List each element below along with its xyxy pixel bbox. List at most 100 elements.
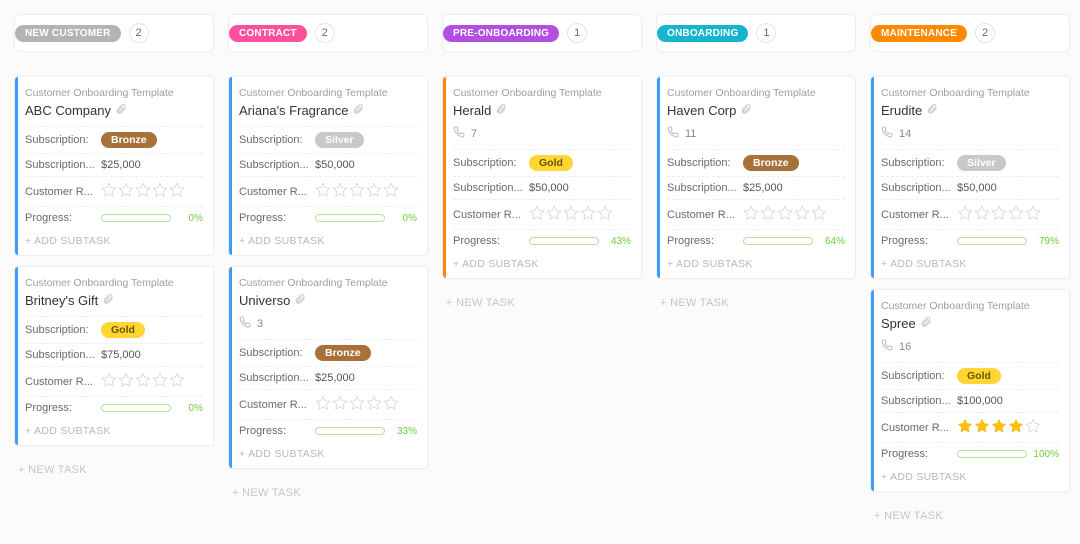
new-task-button[interactable]: + NEW TASK xyxy=(14,456,214,484)
card-title[interactable]: Universo xyxy=(239,293,417,308)
attachment-icon xyxy=(740,103,752,118)
card-title[interactable]: Erudite xyxy=(881,103,1059,118)
label-subscription: Subscription: xyxy=(25,134,95,146)
template-label: Customer Onboarding Template xyxy=(25,87,203,99)
column-new-customer: NEW CUSTOMER 2 Customer Onboarding Templ… xyxy=(14,14,214,530)
phone-icon xyxy=(667,126,679,141)
card-title[interactable]: Britney's Gift xyxy=(25,293,203,308)
progress-bar[interactable] xyxy=(529,237,599,245)
new-task-button[interactable]: + NEW TASK xyxy=(228,479,428,507)
rating-stars[interactable] xyxy=(957,205,1041,224)
column-label-pill[interactable]: PRE-ONBOARDING xyxy=(443,25,559,42)
rating-stars[interactable] xyxy=(315,395,399,414)
progress-bar[interactable] xyxy=(957,237,1027,245)
card-title[interactable]: ABC Company xyxy=(25,103,203,118)
card-title-text: Erudite xyxy=(881,103,922,118)
progress-bar[interactable] xyxy=(743,237,813,245)
row-rating: Customer R... xyxy=(25,366,203,396)
row-rating: Customer R... xyxy=(453,199,631,229)
rating-stars[interactable] xyxy=(743,205,827,224)
column-label-pill[interactable]: NEW CUSTOMER xyxy=(15,25,121,42)
task-card[interactable]: Customer Onboarding Template Haven Corp … xyxy=(656,76,856,279)
star-icon xyxy=(315,182,331,201)
phone-count: 7 xyxy=(471,128,477,140)
add-subtask-button[interactable]: + ADD SUBTASK xyxy=(239,442,417,462)
progress-bar[interactable] xyxy=(101,214,171,222)
task-card[interactable]: Customer Onboarding Template Britney's G… xyxy=(14,266,214,446)
subscription-amount: $100,000 xyxy=(957,395,1003,407)
star-icon xyxy=(991,418,1007,437)
new-task-button[interactable]: + NEW TASK xyxy=(442,289,642,317)
star-icon xyxy=(135,372,151,391)
add-subtask-button[interactable]: + ADD SUBTASK xyxy=(453,252,631,272)
template-label: Customer Onboarding Template xyxy=(667,87,845,99)
column-label-pill[interactable]: ONBOARDING xyxy=(657,25,748,42)
label-subscription: Subscription: xyxy=(453,157,523,169)
new-task-button[interactable]: + NEW TASK xyxy=(656,289,856,317)
rating-stars[interactable] xyxy=(957,418,1041,437)
label-subscription-amount: Subscription... xyxy=(239,372,309,384)
label-subscription-amount: Subscription... xyxy=(881,395,951,407)
progress-percent: 0% xyxy=(177,213,203,224)
rating-stars[interactable] xyxy=(101,372,185,391)
tier-badge: Bronze xyxy=(743,155,799,171)
column-pre-onboarding: PRE-ONBOARDING 1 Customer Onboarding Tem… xyxy=(442,14,642,530)
tier-badge: Gold xyxy=(957,368,1001,384)
star-icon xyxy=(974,418,990,437)
task-card[interactable]: Customer Onboarding Template Ariana's Fr… xyxy=(228,76,428,256)
label-subscription-amount: Subscription... xyxy=(881,182,951,194)
column-header[interactable]: MAINTENANCE 2 xyxy=(870,14,1070,52)
template-label: Customer Onboarding Template xyxy=(239,87,417,99)
new-task-button[interactable]: + NEW TASK xyxy=(870,502,1070,530)
star-icon xyxy=(152,182,168,201)
progress-bar[interactable] xyxy=(315,427,385,435)
row-subscription-amount: Subscription... $50,000 xyxy=(239,153,417,176)
add-subtask-button[interactable]: + ADD SUBTASK xyxy=(667,252,845,272)
column-header[interactable]: CONTRACT 2 xyxy=(228,14,428,52)
star-icon xyxy=(563,205,579,224)
task-card[interactable]: Customer Onboarding Template ABC Company… xyxy=(14,76,214,256)
progress-bar[interactable] xyxy=(315,214,385,222)
star-icon xyxy=(957,205,973,224)
add-subtask-button[interactable]: + ADD SUBTASK xyxy=(25,419,203,439)
label-customer-rating: Customer R... xyxy=(239,399,309,411)
add-subtask-button[interactable]: + ADD SUBTASK xyxy=(881,252,1059,272)
task-card[interactable]: Customer Onboarding Template Erudite 14 … xyxy=(870,76,1070,279)
phone-icon xyxy=(453,126,465,141)
row-progress: Progress: 43% xyxy=(453,229,631,252)
card-title[interactable]: Ariana's Fragrance xyxy=(239,103,417,118)
label-subscription: Subscription: xyxy=(239,134,309,146)
progress-bar[interactable] xyxy=(101,404,171,412)
column-header[interactable]: NEW CUSTOMER 2 xyxy=(14,14,214,52)
add-subtask-button[interactable]: + ADD SUBTASK xyxy=(239,229,417,249)
label-progress: Progress: xyxy=(453,235,523,247)
row-rating: Customer R... xyxy=(25,176,203,206)
star-icon xyxy=(152,372,168,391)
row-subscription-amount: Subscription... $75,000 xyxy=(25,343,203,366)
label-subscription: Subscription: xyxy=(667,157,737,169)
row-progress: Progress: 100% xyxy=(881,442,1059,465)
column-label-pill[interactable]: CONTRACT xyxy=(229,25,307,42)
card-title[interactable]: Herald xyxy=(453,103,631,118)
column-label-pill[interactable]: MAINTENANCE xyxy=(871,25,967,42)
phone-subline: 14 xyxy=(881,126,1059,141)
column-header[interactable]: PRE-ONBOARDING 1 xyxy=(442,14,642,52)
task-card[interactable]: Customer Onboarding Template Herald 7 Su… xyxy=(442,76,642,279)
star-icon xyxy=(1008,418,1024,437)
card-title[interactable]: Spree xyxy=(881,316,1059,331)
task-card[interactable]: Customer Onboarding Template Universo 3 … xyxy=(228,266,428,469)
rating-stars[interactable] xyxy=(315,182,399,201)
rating-stars[interactable] xyxy=(101,182,185,201)
add-subtask-button[interactable]: + ADD SUBTASK xyxy=(881,465,1059,485)
column-header[interactable]: ONBOARDING 1 xyxy=(656,14,856,52)
progress-percent: 0% xyxy=(177,403,203,414)
rating-stars[interactable] xyxy=(529,205,613,224)
task-card[interactable]: Customer Onboarding Template Spree 16 Su… xyxy=(870,289,1070,492)
subscription-amount: $25,000 xyxy=(743,182,783,194)
star-icon xyxy=(169,372,185,391)
add-subtask-button[interactable]: + ADD SUBTASK xyxy=(25,229,203,249)
row-subscription-tier: Subscription: Silver xyxy=(239,126,417,153)
progress-bar[interactable] xyxy=(957,450,1027,458)
card-title[interactable]: Haven Corp xyxy=(667,103,845,118)
row-rating: Customer R... xyxy=(881,412,1059,442)
